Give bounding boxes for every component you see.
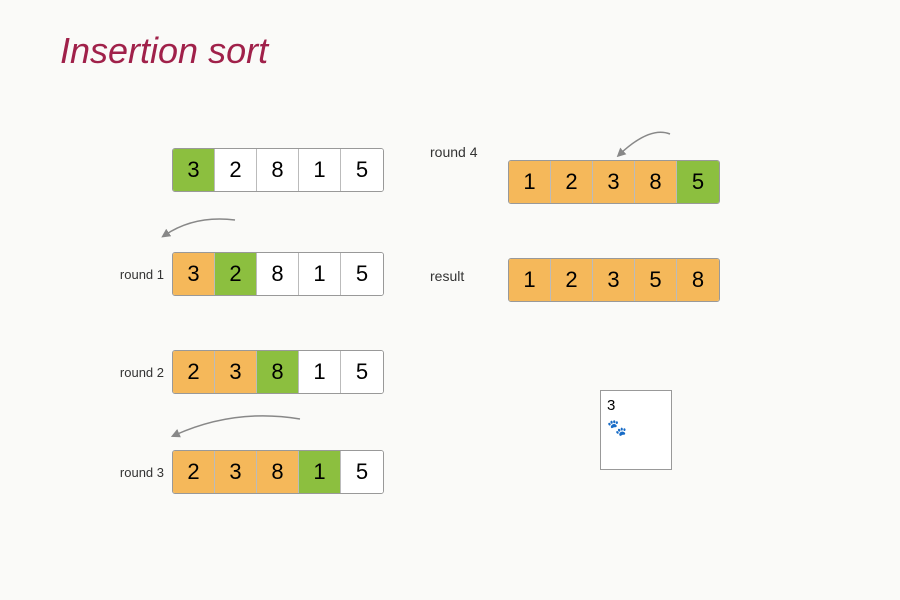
cell: 1 <box>299 149 341 191</box>
cell: 8 <box>677 259 719 301</box>
cell: 5 <box>341 253 383 295</box>
round2-array: round 2 2 3 8 1 5 <box>112 350 384 394</box>
cell: 1 <box>299 451 341 493</box>
cell: 5 <box>635 259 677 301</box>
round1-array: round 1 3 2 8 1 5 <box>112 252 384 296</box>
round3-label: round 3 <box>112 465 164 480</box>
note-line2: 🐾 <box>607 418 665 438</box>
round4-array: 1 2 3 8 5 <box>508 160 720 204</box>
cell: 2 <box>551 161 593 203</box>
cell: 2 <box>215 149 257 191</box>
result-cells: 1 2 3 5 8 <box>508 258 720 302</box>
cell: 5 <box>677 161 719 203</box>
result-array: 1 2 3 5 8 <box>508 258 720 302</box>
initial-cells: 3 2 8 1 5 <box>172 148 384 192</box>
round4-arrow <box>600 126 680 164</box>
round1-cells: 3 2 8 1 5 <box>172 252 384 296</box>
round3-array: round 3 2 3 8 1 5 <box>112 450 384 494</box>
round3-arrow <box>165 413 315 453</box>
cell: 5 <box>341 149 383 191</box>
cell: 3 <box>215 451 257 493</box>
round2-label: round 2 <box>112 365 164 380</box>
round4-label-text: round 4 <box>430 144 477 160</box>
cell: 8 <box>257 351 299 393</box>
cell: 8 <box>635 161 677 203</box>
round2-cells: 2 3 8 1 5 <box>172 350 384 394</box>
cell: 1 <box>299 253 341 295</box>
cell: 8 <box>257 253 299 295</box>
cell: 5 <box>341 351 383 393</box>
note-box: 3 🐾 <box>600 390 672 470</box>
cell: 2 <box>215 253 257 295</box>
cell: 1 <box>509 161 551 203</box>
round1-label: round 1 <box>112 267 164 282</box>
cell: 3 <box>173 149 215 191</box>
cell: 8 <box>257 451 299 493</box>
note-line1: 3 <box>607 397 665 414</box>
cell: 5 <box>341 451 383 493</box>
cell: 3 <box>593 259 635 301</box>
cell: 1 <box>299 351 341 393</box>
round3-cells: 2 3 8 1 5 <box>172 450 384 494</box>
cell: 3 <box>215 351 257 393</box>
cell: 8 <box>257 149 299 191</box>
cell: 3 <box>593 161 635 203</box>
cell: 2 <box>173 451 215 493</box>
initial-array: 3 2 8 1 5 <box>112 148 384 192</box>
result-label-text: result <box>430 268 464 284</box>
cell: 3 <box>173 253 215 295</box>
page-title: Insertion sort <box>60 30 268 72</box>
cell: 2 <box>551 259 593 301</box>
round4-cells: 1 2 3 8 5 <box>508 160 720 204</box>
cell: 1 <box>509 259 551 301</box>
round1-arrow <box>155 215 255 250</box>
cell: 2 <box>173 351 215 393</box>
